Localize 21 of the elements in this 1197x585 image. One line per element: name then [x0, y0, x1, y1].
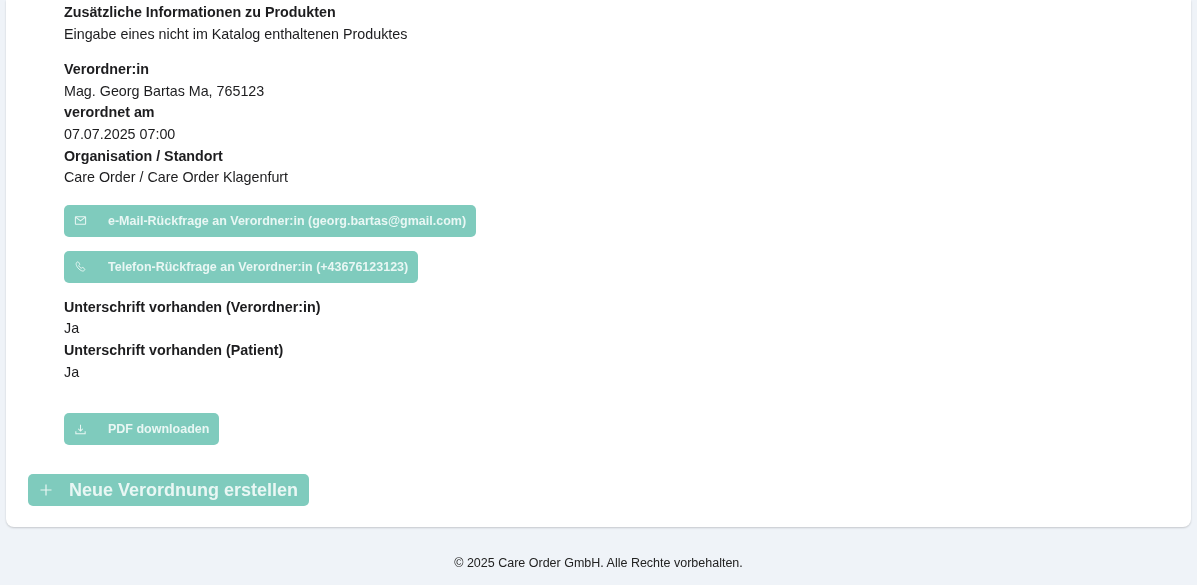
plus-icon	[39, 483, 53, 498]
field-value: Care Order / Care Order Klagenfurt	[64, 168, 289, 188]
field-label: Unterschrift vorhanden (Patient)	[64, 340, 284, 360]
field-value: 07.07.2025 07:00	[64, 124, 176, 144]
field-label: Organisation / Standort	[64, 146, 223, 166]
field-value: Eingabe eines nicht im Katalog enthaltenen Produktes	[64, 24, 408, 44]
field-value: Ja	[64, 362, 80, 382]
phone-icon	[74, 260, 87, 274]
field-label: Unterschrift vorhanden (Verordner:in)	[64, 297, 321, 317]
download-icon	[74, 422, 87, 436]
mail-icon	[74, 214, 87, 228]
contact-button[interactable]: Telefon-Rückfrage an Verordner:in (+43676123123)	[64, 250, 419, 283]
field-value: Ja	[64, 319, 80, 339]
field-label: Zusätzliche Informationen zu Produkten	[64, 3, 336, 22]
new-prescription-button[interactable]: Neue Verordnung erstellen	[28, 474, 310, 507]
copyright-text: © 2025 Care Order GmbH. Alle Rechte vorbehalten.	[454, 556, 743, 571]
field-label: Verordner:in	[64, 60, 149, 80]
field-value: Mag. Georg Bartas Ma, 765123	[64, 81, 265, 101]
field-label: verordnet am	[64, 103, 155, 123]
contact-button[interactable]: e-Mail-Rückfrage an Verordner:in (georg.bartas@gmail.com)	[64, 204, 477, 237]
download-button[interactable]: PDF downloaden	[64, 413, 220, 446]
